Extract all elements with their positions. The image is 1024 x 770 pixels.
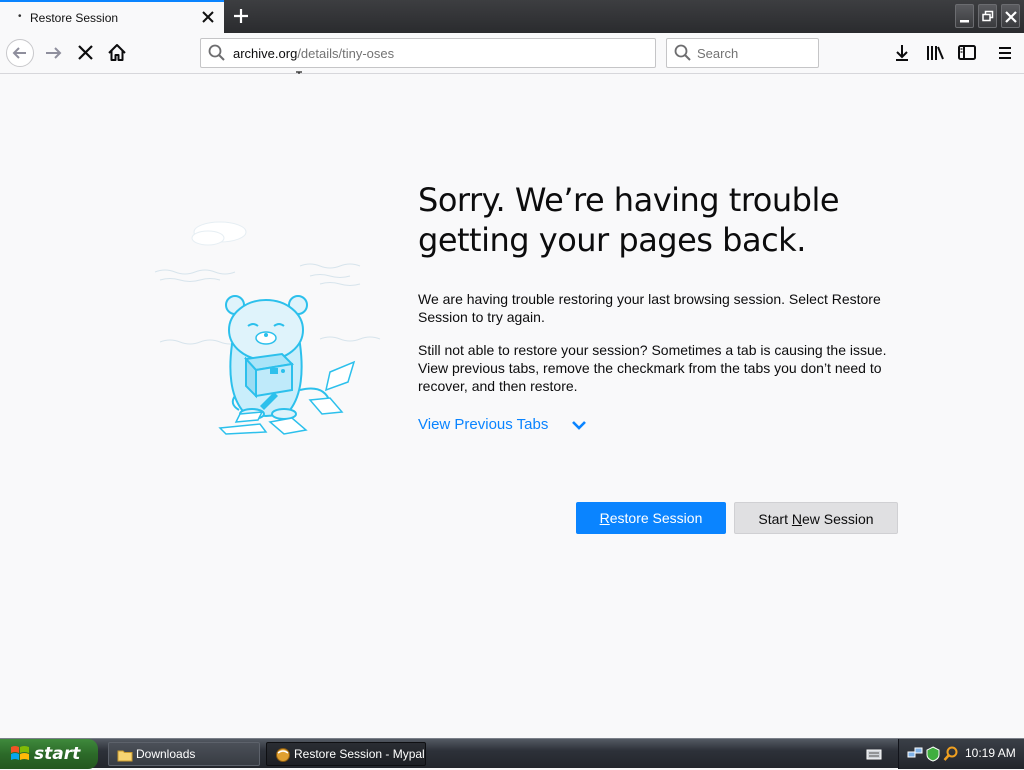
url-path: /details/tiny-oses (297, 46, 395, 61)
intro-paragraph: We are having trouble restoring your las… (418, 291, 881, 325)
stop-loading-icon[interactable] (71, 38, 101, 68)
tab-title: Restore Session (30, 11, 119, 25)
tab-strip: • Restore Session (0, 0, 1024, 33)
taskbar-item-downloads[interactable]: Downloads (108, 742, 260, 766)
windows-logo-icon (10, 744, 30, 769)
security-icon[interactable] (925, 746, 941, 767)
start-label: start (34, 744, 81, 764)
view-previous-tabs-link[interactable]: View Previous Tabs (418, 416, 548, 433)
help-paragraph: Still not able to restore your session? … (418, 342, 887, 394)
forward-arrow-icon[interactable] (40, 38, 70, 68)
keyboard-icon[interactable] (866, 747, 882, 766)
bear-illustration (154, 221, 381, 435)
taskbar-item-label: Restore Session - Mypal (294, 747, 425, 761)
new-session-accesskey: N (791, 511, 802, 527)
search-bar[interactable]: Search (666, 38, 819, 68)
search-placeholder: Search (697, 46, 739, 61)
page-title: Sorry. We’re having trouble getting your… (418, 181, 840, 259)
url-text: archive.org/details/tiny-oses (233, 46, 394, 61)
close-window-button[interactable] (1001, 4, 1020, 28)
browser-app-icon (275, 747, 291, 770)
taskbar-item-label: Downloads (136, 747, 196, 761)
restore-window-button[interactable] (978, 4, 997, 28)
search-icon (674, 44, 692, 67)
start-button[interactable]: start (0, 739, 98, 769)
page-content: Sorry. We’re having trouble getting your… (0, 74, 1024, 738)
search-icon[interactable] (943, 746, 959, 767)
downloads-icon[interactable] (888, 38, 918, 68)
sidebar-toggle-icon[interactable] (952, 38, 982, 68)
taskbar-item-restore-session[interactable]: Restore Session - Mypal (266, 742, 426, 766)
url-host: archive.org (233, 46, 298, 61)
minimize-window-button[interactable] (955, 4, 974, 28)
home-icon[interactable] (103, 38, 133, 68)
search-icon (208, 44, 226, 67)
url-bar[interactable]: archive.org/details/tiny-oses (200, 38, 656, 68)
new-session-label-rest: ew Session (802, 511, 874, 527)
hamburger-menu-icon[interactable] (990, 38, 1020, 68)
network-icon[interactable] (907, 746, 923, 767)
start-new-session-button[interactable]: Start New Session (734, 502, 898, 534)
restore-accesskey: R (599, 510, 610, 526)
restore-label-rest: estore Session (609, 510, 703, 526)
windows-taskbar: start Downloads Restore Session - Mypal … (0, 738, 1024, 769)
restore-session-button[interactable]: Restore Session (576, 502, 726, 534)
tab-loading-indicator: • (18, 11, 22, 22)
clock: 10:19 AM (965, 746, 1016, 760)
tab-restore-session[interactable]: • Restore Session (0, 0, 224, 33)
system-tray: 10:19 AM (898, 739, 1024, 769)
folder-icon (117, 747, 133, 769)
library-icon[interactable] (920, 38, 950, 68)
new-session-label-prefix: Start (758, 511, 792, 527)
back-arrow-icon[interactable] (5, 38, 35, 68)
new-tab-icon[interactable] (230, 5, 252, 27)
navigation-toolbar: archive.org/details/tiny-oses Search (0, 33, 1024, 87)
close-tab-icon[interactable] (199, 8, 217, 26)
chevron-down-icon[interactable] (570, 417, 588, 433)
